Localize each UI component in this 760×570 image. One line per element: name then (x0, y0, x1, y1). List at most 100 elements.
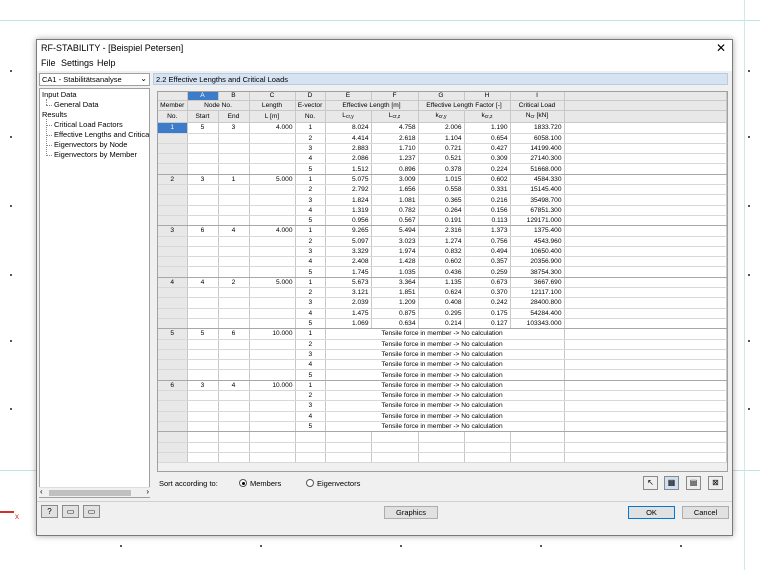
lcry-cell[interactable]: 8.024 (325, 122, 372, 134)
node-end-cell[interactable] (218, 194, 250, 206)
ok-button[interactable]: OK (628, 506, 675, 519)
kcry-cell[interactable]: 1.135 (418, 277, 465, 289)
lcrz-cell[interactable]: 0.567 (371, 215, 419, 227)
lcry-cell[interactable]: 2.883 (325, 143, 372, 155)
column-letter[interactable]: A (187, 92, 219, 101)
evector-cell[interactable]: 4 (295, 256, 326, 268)
length-cell[interactable] (249, 153, 296, 165)
node-end-cell[interactable] (218, 236, 250, 247)
node-end-cell[interactable] (218, 153, 250, 165)
member-no-cell[interactable]: 1 (158, 122, 188, 134)
lcrz-cell[interactable]: 2.618 (371, 133, 419, 144)
ncr-cell[interactable]: 15145.400 (510, 184, 565, 196)
table-row[interactable]: 5 1.745 1.035 0.436 0.259 38754.300 (158, 266, 727, 278)
member-no-cell[interactable] (158, 400, 188, 412)
node-end-cell[interactable] (218, 359, 250, 371)
ncr-cell[interactable]: 6058.100 (510, 133, 565, 144)
length-cell[interactable] (249, 133, 296, 144)
evector-cell[interactable]: 2 (295, 339, 326, 350)
length-cell[interactable] (249, 308, 296, 319)
kcrz-cell[interactable]: 0.175 (464, 308, 511, 319)
length-cell[interactable] (249, 297, 296, 309)
kcry-cell[interactable]: 0.214 (418, 318, 465, 330)
lcry-cell[interactable]: 4.414 (325, 133, 372, 144)
length-cell[interactable]: 5.000 (249, 277, 296, 289)
ncr-cell[interactable]: 38754.300 (510, 266, 565, 278)
evector-cell[interactable]: 1 (295, 380, 326, 392)
evector-cell[interactable]: 4 (295, 359, 326, 371)
node-end-cell[interactable] (218, 256, 250, 268)
evector-cell[interactable]: 2 (295, 236, 326, 247)
kcry-cell[interactable]: 2.006 (418, 122, 465, 134)
sort-eigenvectors-label[interactable]: Eigenvectors (317, 479, 360, 488)
node-start-cell[interactable] (187, 318, 219, 330)
lcry-cell[interactable]: 1.069 (325, 318, 372, 330)
menu-help[interactable]: Help (97, 58, 116, 68)
length-cell[interactable]: 10.000 (249, 380, 296, 392)
evector-cell[interactable]: 4 (295, 308, 326, 319)
member-no-cell[interactable] (158, 153, 188, 165)
evector-cell[interactable]: 4 (295, 205, 326, 216)
length-cell[interactable] (249, 236, 296, 247)
evector-cell[interactable]: 3 (295, 194, 326, 206)
lcry-cell[interactable]: 2.792 (325, 184, 372, 196)
ncr-cell[interactable]: 14199.400 (510, 143, 565, 155)
member-no-cell[interactable] (158, 246, 188, 258)
node-end-cell[interactable]: 4 (218, 380, 250, 392)
evector-cell[interactable]: 2 (295, 184, 326, 196)
ncr-cell[interactable]: 10650.400 (510, 246, 565, 258)
tree-item-input-data[interactable]: Input Data (42, 90, 77, 99)
lcry-cell[interactable]: 5.075 (325, 174, 372, 186)
table-row[interactable]: 5 0.956 0.567 0.191 0.113 129171.000 (158, 215, 727, 227)
print-icon[interactable]: ▭ (62, 505, 79, 518)
table-row[interactable]: 2 5.097 3.023 1.274 0.756 4543.960 (158, 236, 727, 247)
member-no-cell[interactable] (158, 236, 188, 247)
lcry-cell[interactable]: 5.097 (325, 236, 372, 247)
evector-cell[interactable]: 5 (295, 369, 326, 381)
member-no-cell[interactable]: 4 (158, 277, 188, 289)
length-cell[interactable] (249, 411, 296, 422)
lcry-cell[interactable]: 5.673 (325, 277, 372, 289)
node-start-cell[interactable] (187, 421, 219, 433)
node-end-cell[interactable] (218, 411, 250, 422)
node-end-cell[interactable] (218, 369, 250, 381)
table-row[interactable]: 4 4 2 5.000 1 5.673 3.364 1.135 0.673 3667.690 (158, 277, 727, 289)
table-row[interactable]: 2 4.414 2.618 1.104 0.654 6058.100 (158, 133, 727, 144)
length-cell[interactable] (249, 421, 296, 433)
node-start-cell[interactable] (187, 400, 219, 412)
length-cell[interactable] (249, 359, 296, 371)
node-start-cell[interactable] (187, 390, 219, 402)
lcry-cell[interactable]: 1.319 (325, 205, 372, 216)
node-start-cell[interactable]: 3 (187, 380, 219, 392)
lcrz-cell[interactable]: 5.494 (371, 225, 419, 237)
kcrz-cell[interactable]: 0.127 (464, 318, 511, 330)
kcry-cell[interactable]: 0.436 (418, 266, 465, 278)
node-end-cell[interactable] (218, 133, 250, 144)
lcry-cell[interactable]: 2.408 (325, 256, 372, 268)
table-row[interactable]: 1 5 3 4.000 1 8.024 4.758 2.006 1.190 1833.720 (158, 122, 727, 134)
node-start-cell[interactable] (187, 215, 219, 227)
node-end-cell[interactable] (218, 297, 250, 309)
evector-cell[interactable]: 1 (295, 277, 326, 289)
table-row[interactable]: 3 2.883 1.710 0.721 0.427 14199.400 (158, 143, 727, 155)
ncr-cell[interactable]: 12117.100 (510, 287, 565, 299)
lcrz-cell[interactable]: 1.209 (371, 297, 419, 309)
node-end-cell[interactable] (218, 266, 250, 278)
table-row[interactable]: 5 Tensile force in member -> No calculati… (158, 369, 727, 381)
length-cell[interactable] (249, 205, 296, 216)
member-no-cell[interactable] (158, 133, 188, 144)
node-end-cell[interactable] (218, 205, 250, 216)
table-row[interactable]: 2 2.792 1.656 0.558 0.331 15145.400 (158, 184, 727, 196)
node-start-cell[interactable] (187, 194, 219, 206)
close-icon[interactable]: ✕ (716, 41, 726, 55)
table-row[interactable]: 4 2.408 1.428 0.602 0.357 20356.900 (158, 256, 727, 268)
kcrz-cell[interactable]: 0.113 (464, 215, 511, 227)
length-cell[interactable] (249, 390, 296, 402)
kcrz-cell[interactable]: 0.673 (464, 277, 511, 289)
excel-export-icon[interactable]: ⊠ (708, 476, 723, 490)
lcrz-cell[interactable]: 0.875 (371, 308, 419, 319)
member-no-cell[interactable] (158, 411, 188, 422)
member-no-cell[interactable] (158, 256, 188, 268)
tree-item-eigenvectors-by-member[interactable]: Eigenvectors by Member (54, 150, 137, 159)
kcry-cell[interactable]: 1.274 (418, 236, 465, 247)
